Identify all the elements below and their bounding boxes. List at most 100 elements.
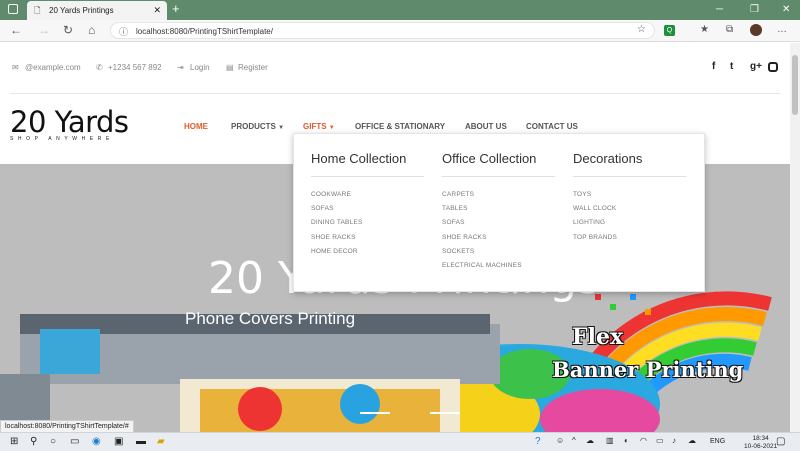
browser-tab-bar: 🗋 20 Yards Printings ✕ + ─ ❐ ✕ <box>0 0 800 20</box>
dropdown-item[interactable]: DINING TABLES <box>311 219 362 233</box>
email-icon: ✉ <box>12 63 19 72</box>
nav-products[interactable]: PRODUCTS ▼ <box>231 122 284 131</box>
dropdown-list: CARPETS TABLES SOFAS SHOE RACKS SOCKETS … <box>442 191 522 276</box>
dropdown-item[interactable]: TOP BRANDS <box>573 234 617 248</box>
notification-icon[interactable]: ☁ <box>688 436 696 445</box>
dropdown-item[interactable]: TOYS <box>573 191 617 205</box>
dropdown-item[interactable]: HOME DECOR <box>311 248 362 262</box>
dropdown-item[interactable]: ELECTRICAL MACHINES <box>442 262 522 276</box>
extension-icon[interactable]: Q <box>664 25 675 36</box>
web-page: ✉ @example.com ✆ +1234 567 892 ⇥ Login ▤… <box>0 43 790 433</box>
search-icon[interactable]: ⚲ <box>30 436 37 447</box>
header-divider <box>10 93 780 94</box>
column-divider <box>311 176 424 177</box>
battery-icon[interactable]: ▭ <box>656 436 664 445</box>
nav-about[interactable]: ABOUT US <box>465 122 507 131</box>
back-icon[interactable]: ← <box>10 23 22 37</box>
dropdown-column-title: Home Collection <box>311 151 407 166</box>
favorite-icon[interactable]: ☆ <box>637 24 646 35</box>
task-view-icon[interactable]: ▭ <box>70 436 79 447</box>
restore-icon[interactable]: ❐ <box>750 4 759 15</box>
system-clock[interactable]: 18:34 10-06-2021 <box>744 435 777 451</box>
file-explorer-icon[interactable]: ▰ <box>157 436 165 447</box>
tray-chevron-icon[interactable]: ^ <box>572 436 576 445</box>
gifts-dropdown-menu: Home Collection COOKWARE SOFAS DINING TA… <box>293 133 705 292</box>
address-toolbar: ← → ↻ ⌂ ⓘ localhost:8080/PrintingTShirtT… <box>0 20 800 42</box>
windows-start-icon[interactable]: ⊞ <box>10 436 18 447</box>
onedrive-icon[interactable]: ☁ <box>586 436 594 445</box>
wifi-icon[interactable]: ◠ <box>640 436 647 445</box>
nav-gifts-label: GIFTS <box>303 122 327 131</box>
forward-icon[interactable]: → <box>38 23 50 37</box>
nav-contact[interactable]: CONTACT US <box>526 122 578 131</box>
home-icon[interactable]: ⌂ <box>88 23 95 37</box>
minimize-icon[interactable]: ─ <box>716 4 723 15</box>
dropdown-item[interactable]: COOKWARE <box>311 191 362 205</box>
facebook-icon[interactable]: f <box>712 61 715 72</box>
dropdown-item[interactable]: SOCKETS <box>442 248 522 262</box>
google-plus-icon[interactable]: g+ <box>750 61 762 72</box>
collections-icon[interactable]: ⧉ <box>726 24 733 35</box>
phone-text: +1234 567 892 <box>108 63 162 72</box>
nav-home[interactable]: HOME <box>184 122 208 131</box>
address-input[interactable]: ⓘ localhost:8080/PrintingTShirtTemplate/ <box>110 22 655 39</box>
close-tab-icon[interactable]: ✕ <box>153 5 161 16</box>
nav-gifts[interactable]: GIFTS ▼ <box>303 122 335 131</box>
dropdown-item[interactable]: SOFAS <box>311 205 362 219</box>
clock-time: 18:34 <box>752 435 769 442</box>
nav-products-label: PRODUCTS <box>231 122 276 131</box>
caret-down-icon: ▼ <box>278 125 285 131</box>
clock-date: 10-06-2021 <box>744 443 778 450</box>
column-divider <box>442 176 555 177</box>
cortana-icon[interactable]: ○ <box>50 436 56 447</box>
caret-down-icon: ▼ <box>328 125 335 131</box>
brand-logo[interactable]: 20 Yards <box>10 105 129 139</box>
taskbar: ⊞ ⚲ ○ ▭ ◉ ▣ ▬ ▰ ? ☺ ^ ☁ ▥ ◐ ◠ ▭ ♪ ☁ ENG … <box>0 432 800 451</box>
dropdown-item[interactable]: SHOE RACKS <box>442 234 522 248</box>
app-icon[interactable]: ▣ <box>114 436 123 447</box>
nav-office[interactable]: OFFICE & STATIONARY <box>355 122 445 131</box>
login-link[interactable]: Login <box>190 63 210 72</box>
hero-banner-line2: Banner Printing <box>552 357 744 382</box>
language-indicator[interactable]: ENG <box>710 438 725 445</box>
window-controls: ─ ❐ ✕ <box>704 0 800 20</box>
register-link[interactable]: Register <box>238 63 268 72</box>
site-info-icon[interactable]: ⓘ <box>119 25 128 38</box>
network-icon[interactable]: ▥ <box>606 436 614 445</box>
refresh-icon[interactable]: ↻ <box>63 23 73 37</box>
instagram-icon[interactable] <box>768 62 778 72</box>
dropdown-list: COOKWARE SOFAS DINING TABLES SHOE RACKS … <box>311 191 362 262</box>
twitter-icon[interactable]: t <box>730 61 733 72</box>
favorites-list-icon[interactable]: ★ <box>700 24 709 35</box>
column-divider <box>573 176 686 177</box>
tab-title: 20 Yards Printings <box>49 6 114 15</box>
people-icon[interactable]: ☺ <box>556 436 564 445</box>
action-center-icon[interactable]: ▢ <box>776 436 785 447</box>
hero-subtitle: Phone Covers Printing <box>185 309 356 328</box>
dropdown-item[interactable]: WALL CLOCK <box>573 205 617 219</box>
phone-icon: ✆ <box>96 63 103 72</box>
dropdown-item[interactable]: SHOE RACKS <box>311 234 362 248</box>
dropdown-item[interactable]: TABLES <box>442 205 522 219</box>
hero-banner-line1: Flex <box>572 324 624 350</box>
close-window-icon[interactable]: ✕ <box>782 4 790 15</box>
volume-icon[interactable]: ◐ <box>624 436 629 445</box>
scrollbar-thumb[interactable] <box>792 55 798 115</box>
page-icon: 🗋 <box>34 6 41 15</box>
dropdown-item[interactable]: LIGHTING <box>573 219 617 233</box>
new-tab-icon[interactable]: + <box>172 1 180 16</box>
edge-icon[interactable]: ◉ <box>92 436 101 447</box>
register-icon: ▤ <box>226 63 234 72</box>
speaker-icon[interactable]: ♪ <box>672 436 676 445</box>
dropdown-column-title: Office Collection <box>442 151 537 166</box>
tab-actions-icon[interactable] <box>8 4 18 14</box>
dropdown-item[interactable]: SOFAS <box>442 219 522 233</box>
terminal-icon[interactable]: ▬ <box>136 436 146 447</box>
help-icon[interactable]: ? <box>535 436 541 447</box>
more-options-icon[interactable]: … <box>777 24 787 35</box>
email-link[interactable]: @example.com <box>25 63 81 72</box>
avatar[interactable] <box>750 24 762 36</box>
browser-tab[interactable]: 🗋 20 Yards Printings ✕ <box>27 1 167 20</box>
dropdown-item[interactable]: CARPETS <box>442 191 522 205</box>
dropdown-column-title: Decorations <box>573 151 643 166</box>
